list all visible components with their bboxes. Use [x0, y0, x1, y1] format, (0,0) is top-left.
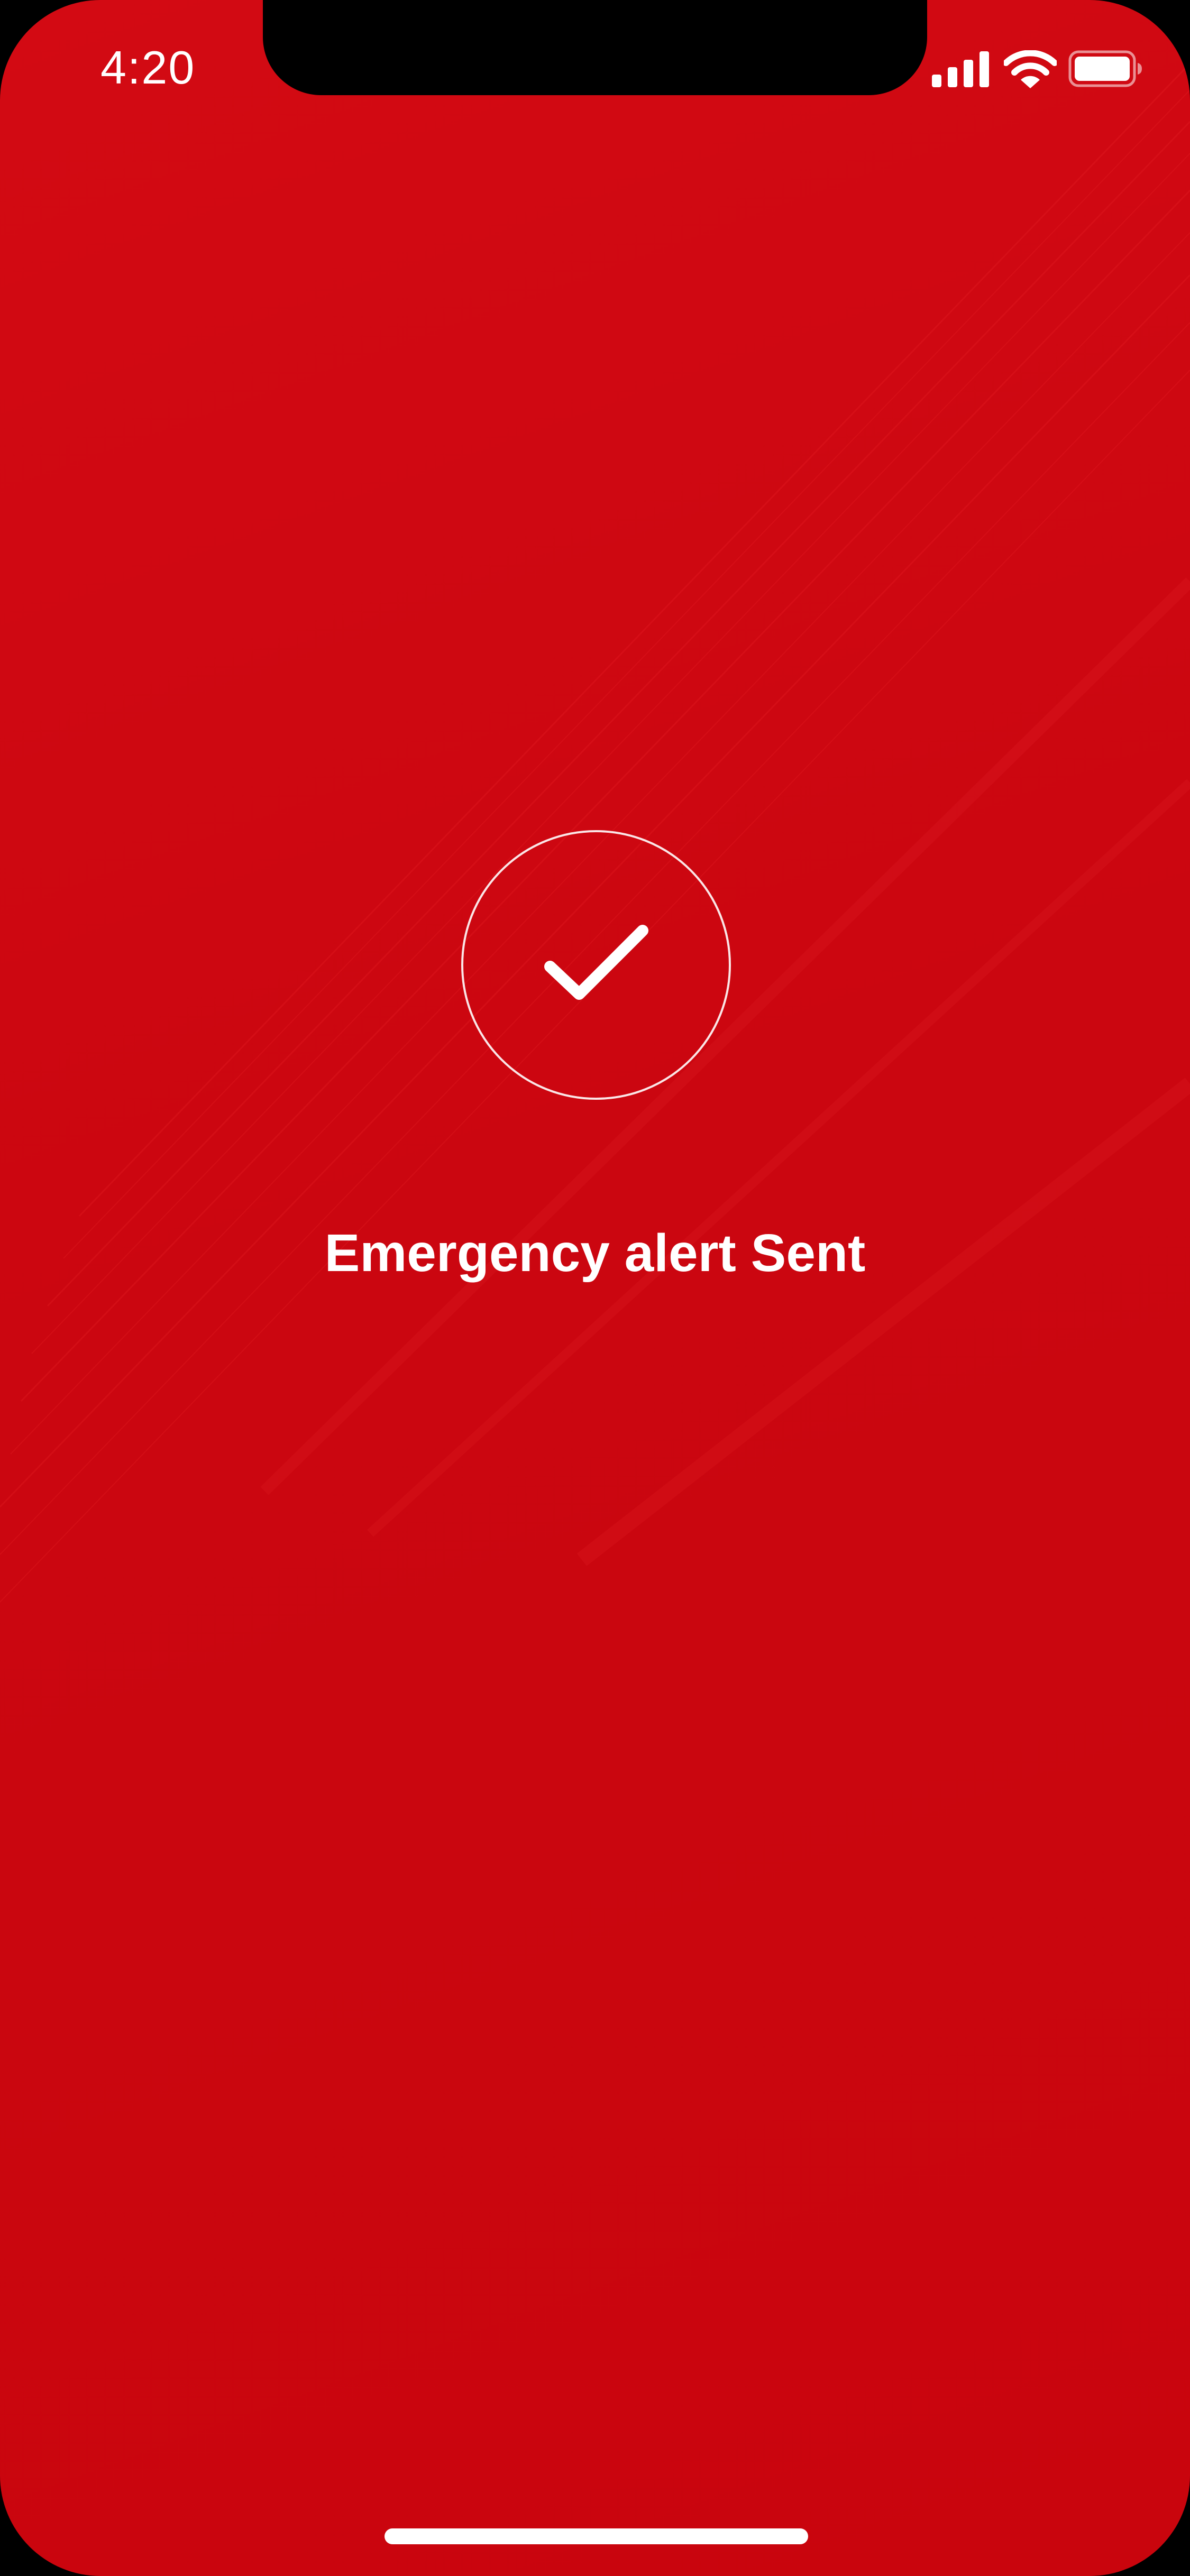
- status-icons: [932, 50, 1143, 98]
- checkmark-icon: [461, 830, 731, 1100]
- phone-frame: 4:20 Emergency alert Sent: [0, 0, 1190, 2576]
- home-indicator[interactable]: [385, 2528, 808, 2544]
- wifi-icon: [1004, 50, 1057, 88]
- battery-icon: [1068, 50, 1142, 87]
- alert-screen: 4:20 Emergency alert Sent: [0, 0, 1190, 2576]
- alert-message: Emergency alert Sent: [324, 1223, 866, 1283]
- device-notch: [263, 0, 927, 95]
- status-time: 4:20: [100, 41, 196, 94]
- cellular-signal-icon: [932, 51, 989, 87]
